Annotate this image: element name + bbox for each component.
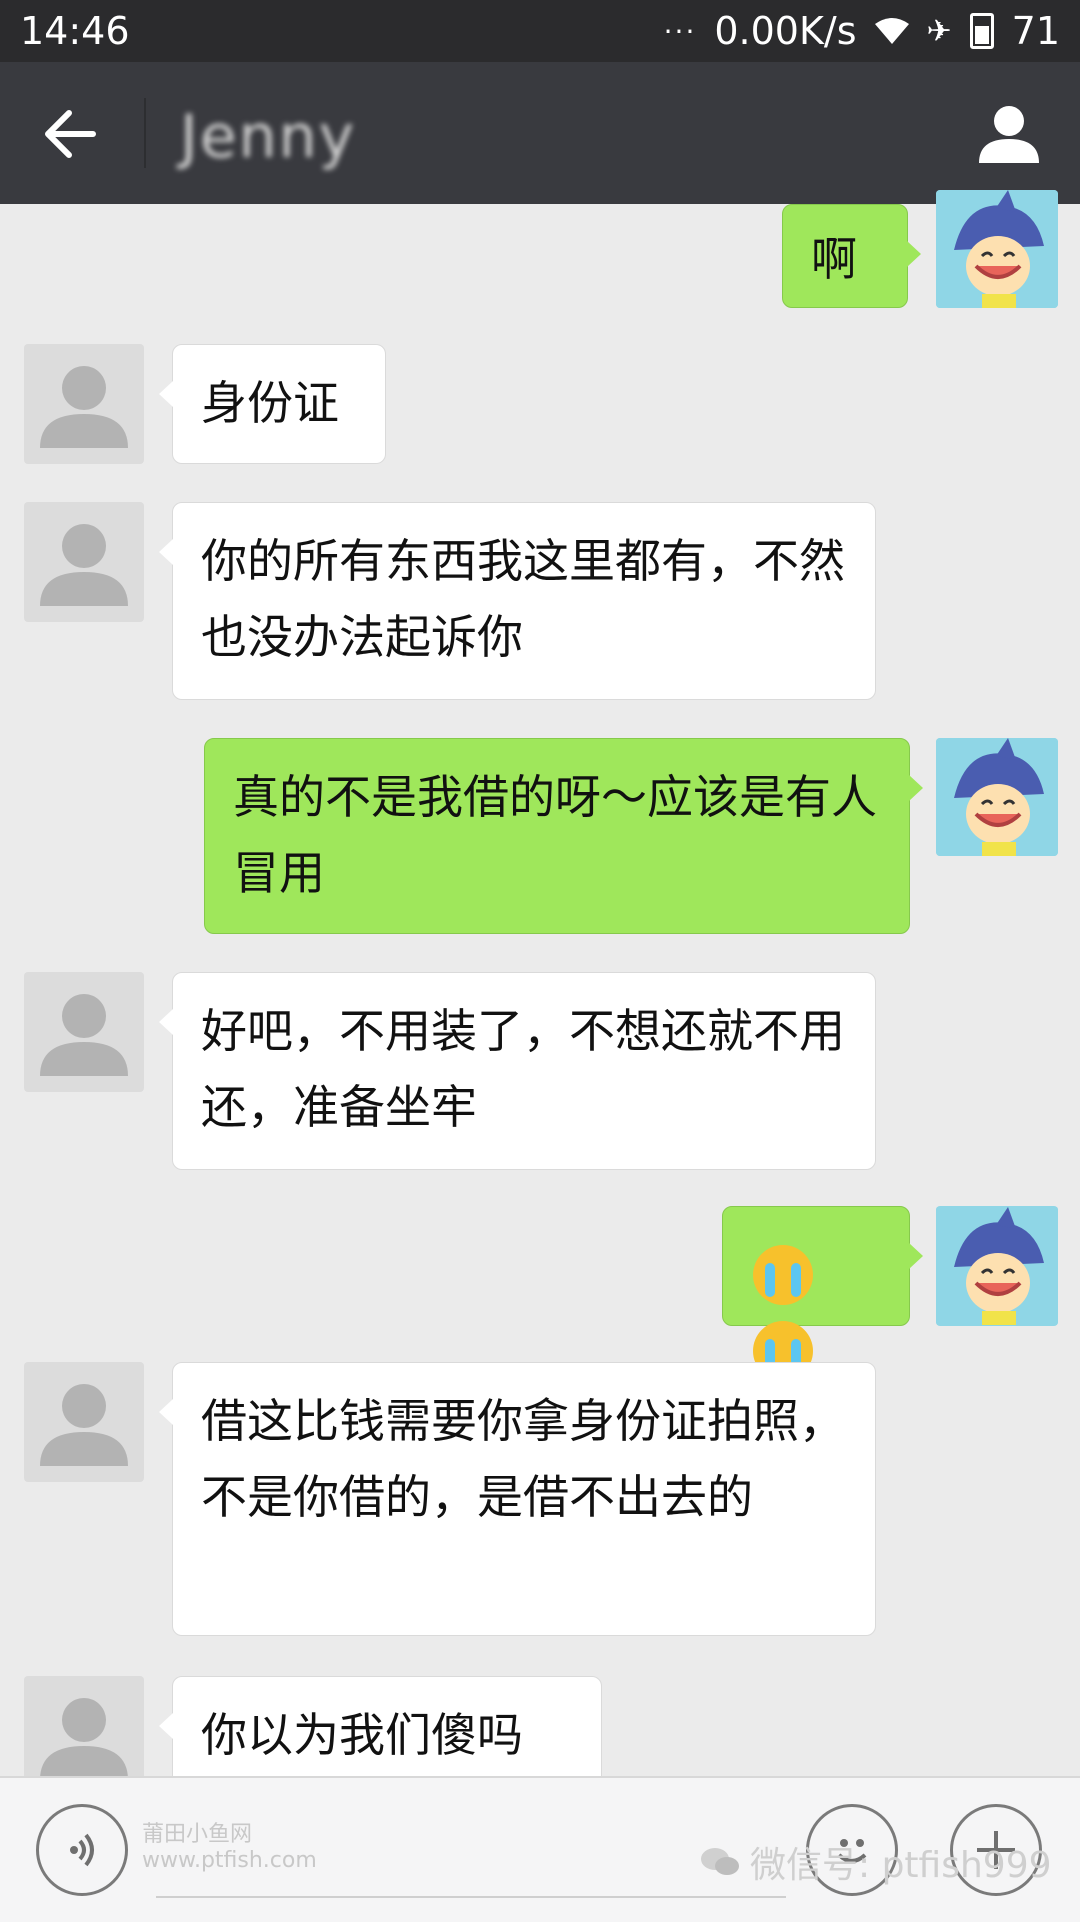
default-avatar-icon bbox=[40, 1384, 128, 1466]
shark-avatar-icon bbox=[936, 190, 1058, 308]
watermark-site-name: 莆田小鱼网 bbox=[142, 1822, 253, 1847]
message-bubble[interactable]: 啊 bbox=[782, 204, 921, 308]
chat-header: Jenny bbox=[0, 62, 1080, 204]
my-avatar[interactable] bbox=[936, 738, 1058, 856]
header-divider bbox=[144, 98, 146, 168]
watermark-site-url: www.ptfish.com bbox=[142, 1848, 317, 1873]
message-bubble[interactable]: 你的所有东西我这里都有，不然也没办法起诉你 bbox=[159, 502, 876, 700]
crying-emoji-icon bbox=[753, 1244, 813, 1305]
message-text: 好吧，不用装了，不想还就不用还，准备坐牢 bbox=[201, 1004, 845, 1134]
wifi-icon bbox=[874, 18, 909, 44]
message-bubble[interactable]: 借这比钱需要你拿身份证拍照，不是你借的，是借不出去的 bbox=[159, 1362, 876, 1636]
back-arrow-icon bbox=[45, 110, 96, 158]
network-speed: 0.00K/s bbox=[714, 9, 857, 53]
input-bar: 莆田小鱼网 www.ptfish.com 微信号: ptfish999 bbox=[0, 1776, 1080, 1922]
message-bubble[interactable] bbox=[722, 1206, 923, 1381]
contact-profile-button[interactable] bbox=[972, 96, 1046, 170]
message-text: 真的不是我借的呀～应该是有人冒用 bbox=[233, 770, 877, 900]
person-icon bbox=[979, 106, 1039, 163]
wechat-logo-icon bbox=[701, 1848, 739, 1875]
back-button[interactable] bbox=[30, 98, 110, 170]
default-avatar-icon bbox=[40, 366, 128, 448]
shark-avatar-icon bbox=[936, 738, 1058, 856]
message-text: 借这比钱需要你拿身份证拍照，不是你借的，是借不出去的 bbox=[201, 1394, 845, 1524]
chat-title: Jenny bbox=[180, 102, 357, 172]
battery-icon bbox=[969, 13, 994, 49]
message-text: 啊 bbox=[811, 232, 857, 286]
message-text: 你的所有东西我这里都有，不然也没办法起诉你 bbox=[201, 534, 845, 664]
signal-dots: ··· bbox=[663, 14, 697, 48]
contact-avatar[interactable] bbox=[24, 972, 144, 1092]
message-bubble[interactable]: 身份证 bbox=[159, 344, 386, 464]
my-avatar[interactable] bbox=[936, 190, 1058, 308]
message-text: 身份证 bbox=[201, 376, 339, 430]
message-text: 你以为我们傻吗 bbox=[201, 1708, 523, 1762]
default-avatar-icon bbox=[40, 994, 128, 1076]
my-avatar[interactable] bbox=[936, 1206, 1058, 1326]
shark-avatar-icon bbox=[936, 1207, 1058, 1325]
status-indicators: ··· 0.00K/s ✈ 71 bbox=[664, 9, 1060, 53]
default-avatar-icon bbox=[40, 524, 128, 606]
battery-level: 71 bbox=[1011, 9, 1060, 53]
watermark-wechat-id: 微信号: ptfish999 bbox=[750, 1845, 1052, 1886]
status-bar: 14:46 ··· 0.00K/s ✈ 71 bbox=[0, 0, 1080, 62]
airplane-icon: ✈ bbox=[926, 13, 952, 49]
voice-input-button[interactable] bbox=[36, 1804, 128, 1896]
contact-avatar[interactable] bbox=[24, 502, 144, 622]
contact-avatar[interactable] bbox=[24, 1362, 144, 1482]
message-bubble[interactable]: 真的不是我借的呀～应该是有人冒用 bbox=[204, 738, 923, 934]
message-bubble[interactable]: 好吧，不用装了，不想还就不用还，准备坐牢 bbox=[159, 972, 876, 1170]
watermark-wechat: 微信号: ptfish999 bbox=[700, 1836, 1052, 1888]
message-input[interactable] bbox=[156, 1896, 786, 1898]
status-time: 14:46 bbox=[20, 9, 130, 53]
contact-avatar[interactable] bbox=[24, 344, 144, 464]
watermark-site: 莆田小鱼网 www.ptfish.com bbox=[142, 1822, 317, 1874]
voice-icon bbox=[70, 1833, 94, 1867]
